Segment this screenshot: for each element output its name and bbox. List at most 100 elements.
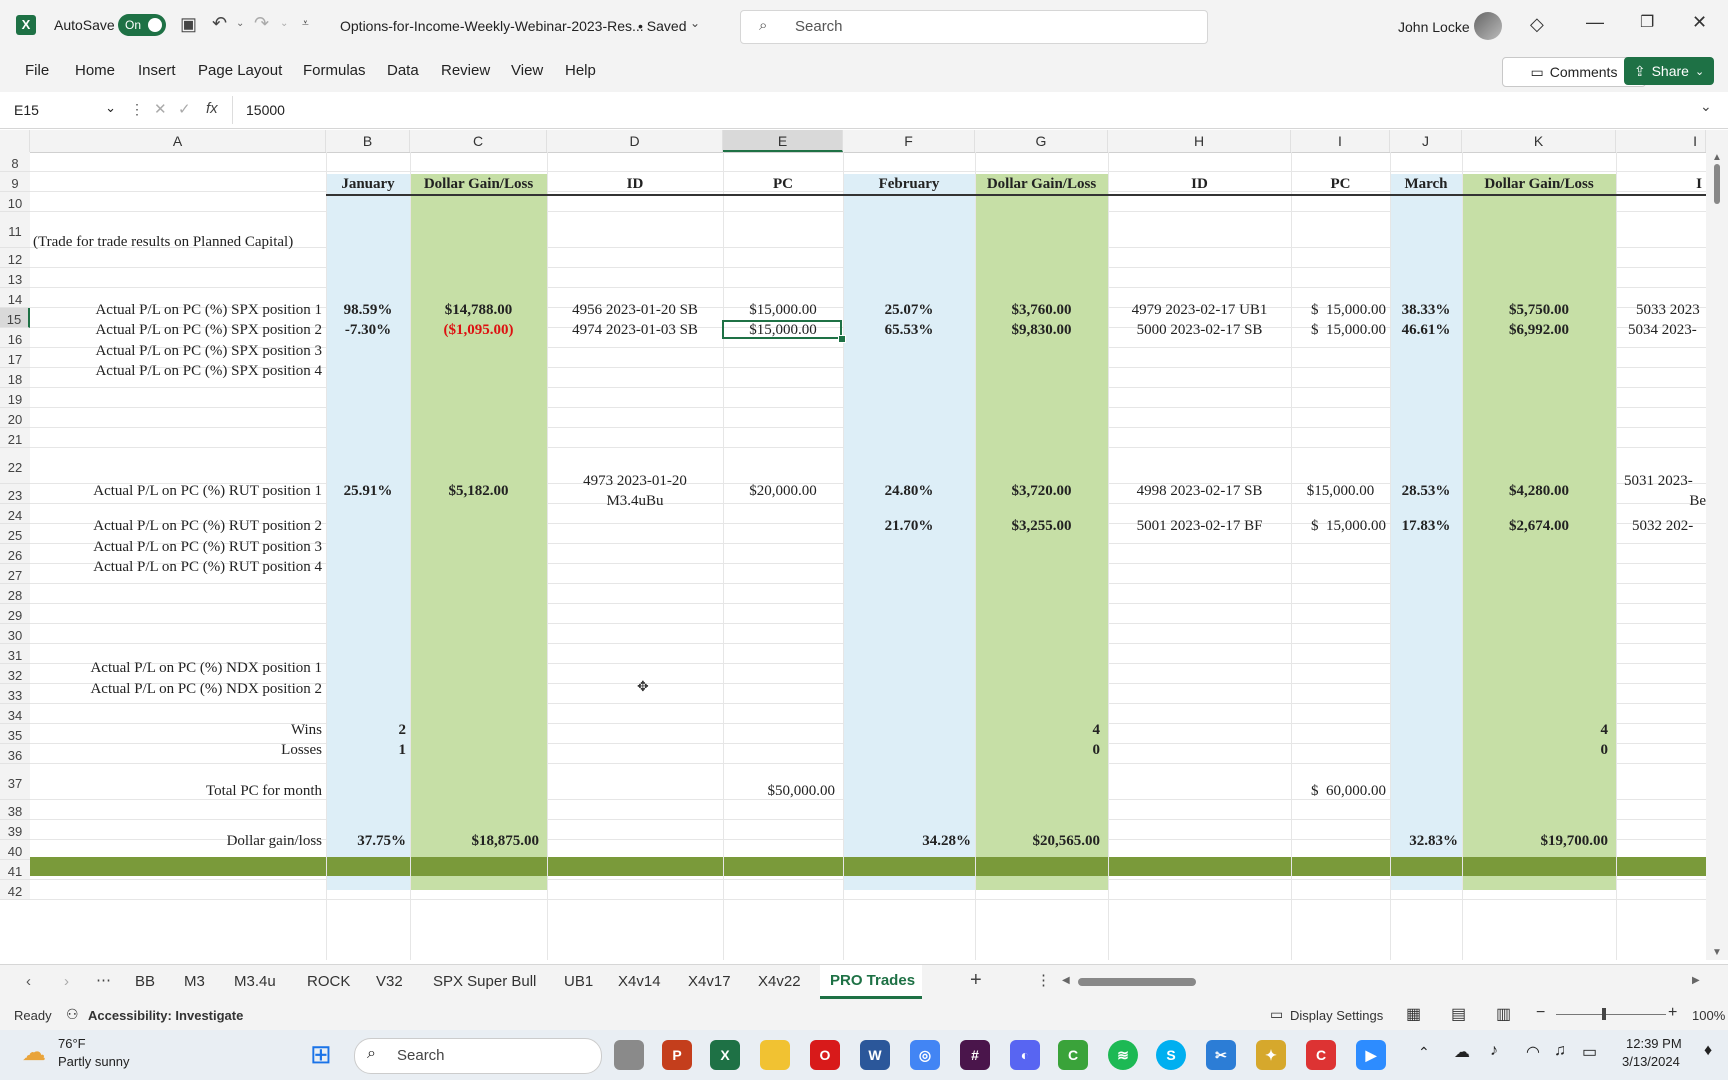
header-february[interactable]: February xyxy=(843,176,975,193)
tab-file[interactable]: File xyxy=(25,62,49,79)
cell-j14[interactable]: 38.33% xyxy=(1390,302,1462,319)
cell-a24[interactable]: Actual P/L on PC (%) RUT position 3 xyxy=(30,539,322,556)
row-header[interactable]: 9 xyxy=(0,172,30,192)
column-header-f[interactable]: F xyxy=(843,130,975,152)
cell-b22[interactable]: 25.91% xyxy=(326,483,410,500)
sheet-tab-x4v14[interactable]: X4v14 xyxy=(618,973,661,990)
column-header-c[interactable]: C xyxy=(410,130,547,152)
cell-l15[interactable]: 5034 2023- xyxy=(1628,322,1706,339)
cell-l14[interactable]: 5033 2023 xyxy=(1636,302,1706,319)
cell-b33[interactable]: 2 xyxy=(326,722,407,739)
cell-a37[interactable]: Dollar gain/loss xyxy=(30,833,322,850)
file-explorer-icon[interactable] xyxy=(760,1040,790,1070)
cell-k23[interactable]: $2,674.00 xyxy=(1462,518,1616,535)
row-header[interactable]: 31 xyxy=(0,644,30,664)
cell-e14[interactable]: $15,000.00 xyxy=(723,302,843,319)
windows-start-icon[interactable]: ⊞ xyxy=(310,1039,332,1070)
zoom-in-icon[interactable]: + xyxy=(1668,1004,1677,1022)
header-dollar-gain-jan[interactable]: Dollar Gain/Loss xyxy=(410,176,547,193)
tray-chevron-up-icon[interactable]: ⌃ xyxy=(1418,1044,1430,1061)
header-id-feb[interactable]: ID xyxy=(1108,176,1291,193)
customize-toolbar-icon[interactable]: ⩡ xyxy=(302,16,309,31)
search-box[interactable]: ⌕ Search xyxy=(740,10,1208,44)
sheet-tab-rock[interactable]: ROCK xyxy=(307,973,350,990)
sheet-tab-bb[interactable]: BB xyxy=(135,973,155,990)
excel-icon[interactable]: X xyxy=(710,1040,740,1070)
row-header[interactable]: 28 xyxy=(0,584,30,604)
cell-h23[interactable]: 5001 2023-02-17 BF xyxy=(1108,518,1291,535)
cell-i36[interactable]: $ 60,000.00 xyxy=(1291,783,1386,800)
more-options-icon[interactable]: ⋮ xyxy=(1036,971,1051,989)
cell-a23[interactable]: Actual P/L on PC (%) RUT position 2 xyxy=(30,518,322,535)
row-header[interactable]: 32 xyxy=(0,664,30,684)
row-header[interactable]: 16 xyxy=(0,328,30,348)
row-header[interactable]: 36 xyxy=(0,744,30,764)
weather-desc[interactable]: Partly sunny xyxy=(58,1054,130,1069)
column-header-i[interactable]: I xyxy=(1291,130,1390,152)
tab-formulas[interactable]: Formulas xyxy=(303,62,366,79)
cell-k33[interactable]: 4 xyxy=(1462,722,1609,739)
weather-temp[interactable]: 76°F xyxy=(58,1036,86,1051)
cell-a14[interactable]: Actual P/L on PC (%) SPX position 1 xyxy=(30,302,322,319)
task-view-icon[interactable] xyxy=(614,1040,644,1070)
cell-k15[interactable]: $6,992.00 xyxy=(1462,322,1616,339)
insert-function-icon[interactable]: fx xyxy=(206,100,218,117)
tool-icon[interactable]: ✦ xyxy=(1256,1040,1286,1070)
undo-icon[interactable]: ↶ xyxy=(212,13,227,34)
sheet-tab-ub1[interactable]: UB1 xyxy=(564,973,593,990)
tab-page-layout[interactable]: Page Layout xyxy=(198,62,282,79)
cell-c15[interactable]: ($1,095.00) xyxy=(410,322,547,339)
battery-icon[interactable]: ▭ xyxy=(1582,1042,1597,1062)
header-march[interactable]: March xyxy=(1390,176,1462,193)
diamond-icon[interactable]: ◇ xyxy=(1530,14,1544,35)
hscroll-left-icon[interactable]: ◀ xyxy=(1062,975,1070,986)
row-header[interactable]: 13 xyxy=(0,268,30,288)
saved-status[interactable]: • Saved xyxy=(638,18,687,34)
user-name[interactable]: John Locke xyxy=(1398,19,1470,35)
save-icon[interactable]: ▣ xyxy=(180,14,197,35)
zoom-slider-thumb[interactable] xyxy=(1602,1008,1606,1020)
cell-a34[interactable]: Losses xyxy=(30,742,322,759)
row-header[interactable]: 12 xyxy=(0,248,30,268)
expand-formula-icon[interactable]: ⌄ xyxy=(1700,98,1712,115)
row-header[interactable]: 25 xyxy=(0,524,30,544)
cell-h14[interactable]: 4979 2023-02-17 UB1 xyxy=(1108,302,1291,319)
powerpoint-icon[interactable]: P xyxy=(662,1040,692,1070)
recorder-icon[interactable]: C xyxy=(1306,1040,1336,1070)
hscroll-right-icon[interactable]: ▶ xyxy=(1692,975,1700,986)
weather-icon[interactable]: ☁ xyxy=(22,1038,46,1067)
zoom-slider-track[interactable] xyxy=(1556,1014,1666,1015)
cell-g15[interactable]: $9,830.00 xyxy=(975,322,1108,339)
row-header[interactable]: 22 xyxy=(0,448,30,484)
formula-input[interactable]: 15000 xyxy=(246,102,285,118)
header-pc-jan[interactable]: PC xyxy=(723,176,843,193)
cell-a36[interactable]: Total PC for month xyxy=(30,783,322,800)
tab-data[interactable]: Data xyxy=(387,62,419,79)
camtasia-icon[interactable]: C xyxy=(1058,1040,1088,1070)
row-header[interactable]: 19 xyxy=(0,388,30,408)
clock-time[interactable]: 12:39 PM xyxy=(1626,1036,1682,1051)
notification-bell-icon[interactable]: ♦ xyxy=(1704,1042,1712,1060)
tab-insert[interactable]: Insert xyxy=(138,62,176,79)
cell-j15[interactable]: 46.61% xyxy=(1390,322,1462,339)
redo-icon[interactable]: ↷ xyxy=(254,13,269,34)
cell-e15[interactable]: $15,000.00 xyxy=(723,322,843,339)
cell-e22[interactable]: $20,000.00 xyxy=(723,483,843,500)
clock-date[interactable]: 3/13/2024 xyxy=(1622,1054,1680,1069)
column-header-j[interactable]: J xyxy=(1390,130,1462,152)
minimize-icon[interactable]: — xyxy=(1586,12,1604,33)
spotify-icon[interactable]: ≋ xyxy=(1108,1040,1138,1070)
accessibility-icon[interactable]: ⚇ xyxy=(66,1006,79,1023)
tab-home[interactable]: Home xyxy=(75,62,115,79)
name-box[interactable]: E15 ⌄ xyxy=(8,98,120,122)
corner-select-all[interactable] xyxy=(0,130,30,152)
chevron-down-icon[interactable]: ⌄ xyxy=(690,16,700,30)
cell-d22-line1[interactable]: 4973 2023-01-20 xyxy=(547,473,723,490)
word-icon[interactable]: W xyxy=(860,1040,890,1070)
cell-h22[interactable]: 4998 2023-02-17 SB xyxy=(1108,483,1291,500)
cell-g33[interactable]: 4 xyxy=(975,722,1101,739)
row-header[interactable]: 17 xyxy=(0,348,30,368)
chrome-icon[interactable]: ◎ xyxy=(910,1040,940,1070)
cell-k34[interactable]: 0 xyxy=(1462,742,1609,759)
cell-f15[interactable]: 65.53% xyxy=(843,322,975,339)
